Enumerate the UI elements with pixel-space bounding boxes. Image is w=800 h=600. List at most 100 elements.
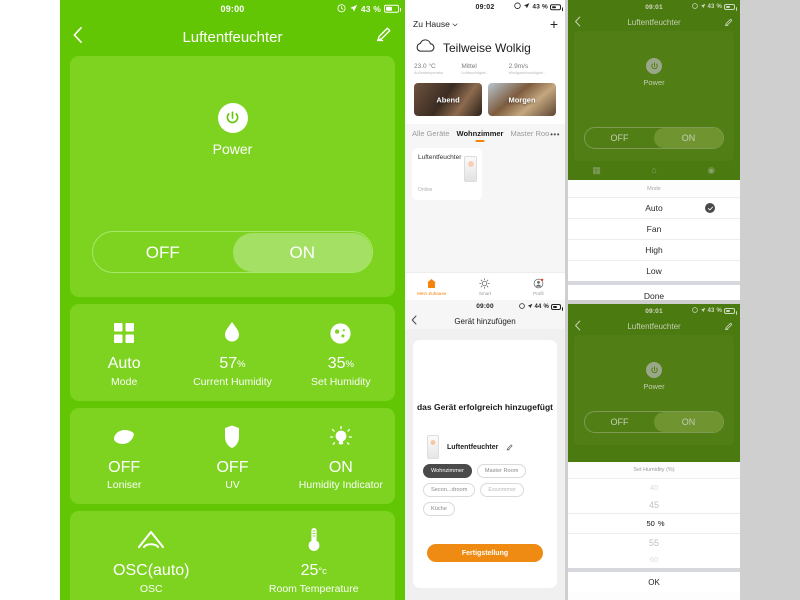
picker-done-button[interactable]: Done: [568, 285, 740, 300]
water-drop-icon: [178, 318, 286, 348]
grid-cell-set-humidity[interactable]: 35% Set Humidity: [287, 318, 395, 388]
add-device-success-screen: 09:00 44 % Gerät hinzufügen das Gerät er…: [405, 300, 565, 600]
grid-cell-current-humidity[interactable]: 57% Current Humidity: [178, 318, 286, 388]
back-button[interactable]: [574, 16, 581, 30]
grid-value: 57: [219, 355, 238, 372]
picker-option-low[interactable]: Low: [568, 260, 740, 281]
toggle-on[interactable]: ON: [654, 128, 723, 148]
device-card[interactable]: Luftentfeuchter Online: [412, 148, 482, 200]
tab-profil[interactable]: Profil: [512, 277, 565, 296]
pencil-icon[interactable]: [375, 26, 392, 48]
back-button[interactable]: [72, 26, 83, 48]
mode-picker-screen: 09:01 43 % Luftentfeuchter Power OFF ON …: [565, 0, 800, 300]
power-icon[interactable]: [646, 362, 662, 378]
toggle-off[interactable]: OFF: [585, 412, 654, 432]
chevron-down-icon[interactable]: [452, 16, 458, 32]
location-arrow-icon: [349, 4, 358, 15]
status-indicators: 43 %: [514, 2, 563, 12]
back-button[interactable]: [574, 320, 581, 334]
power-card: Power OFF ON: [574, 31, 734, 161]
room-chip-wohnzimmer[interactable]: Wohnzimmer: [423, 464, 472, 478]
ellipsis-icon[interactable]: •••: [550, 130, 560, 139]
power-toggle[interactable]: OFF ON: [92, 231, 373, 273]
power-icon[interactable]: [217, 103, 248, 133]
status-bar: 09:01 43 %: [568, 304, 740, 318]
nav-bar: Luftentfeuchter: [60, 18, 405, 56]
room-chip-kueche[interactable]: Küche: [423, 502, 455, 516]
power-toggle[interactable]: OFF ON: [584, 127, 724, 149]
grid-squares-icon: [70, 318, 178, 348]
status-bar: 09:00 44 %: [405, 300, 565, 313]
power-label: Power: [643, 382, 665, 391]
picker-value-selected[interactable]: 50 %: [568, 513, 740, 534]
grid-cell-room-temperature[interactable]: 25°c Room Temperature: [233, 525, 396, 595]
page-title: Luftentfeuchter: [627, 322, 681, 331]
status-bar: 09:02 43 %: [405, 0, 565, 14]
grid-cell-humidity-indicator[interactable]: ON Humidity Indicator: [287, 422, 395, 491]
weather-stat: Mittel Luftfeuchtigkei...: [461, 63, 508, 75]
room-tab-alle-geraete[interactable]: Alle Geräte: [412, 129, 450, 138]
toggle-on[interactable]: ON: [654, 412, 723, 432]
room-chip-esszimmer[interactable]: Esszimmer: [480, 483, 525, 497]
picker-option-fan[interactable]: Fan: [568, 218, 740, 239]
finish-button[interactable]: Fertigstellung: [427, 544, 543, 562]
weather-stat-label: Außentemperatur: [414, 71, 444, 75]
room-chip-master-room[interactable]: Master Room: [476, 464, 527, 478]
room-chip-list: Wohnzimmer Master Room Secon...droom Ess…: [423, 464, 549, 516]
humidity-circle-icon: ◉: [707, 165, 716, 175]
picker-selected-value: 50: [646, 519, 655, 528]
room-chip-second-bedroom[interactable]: Secon...droom: [423, 483, 476, 497]
status-clock: 09:00: [476, 303, 494, 310]
picker-value-40[interactable]: 40: [568, 479, 740, 496]
grid-cell-osc[interactable]: OSC(auto) OSC: [70, 525, 233, 595]
tab-label: Smart: [478, 291, 492, 296]
power-icon[interactable]: [646, 58, 662, 74]
screenshot-canvas: 09:00 43 % Luftentfeuchter Power OFF ON …: [0, 0, 800, 600]
power-toggle[interactable]: OFF ON: [584, 411, 724, 433]
weather-card[interactable]: Teilweise Wolkig 23.0 °C Außentemperatur…: [405, 34, 565, 80]
pencil-icon[interactable]: [506, 439, 513, 455]
status-grid-row-2: OFF Loniser OFF UV ON Humidity Indicator: [70, 407, 395, 505]
page-title: Luftentfeuchter: [182, 28, 283, 46]
home-name[interactable]: Zu Hause: [413, 19, 450, 29]
status-indicators: 43 %: [691, 307, 737, 315]
room-tab-wohnzimmer[interactable]: Wohnzimmer: [457, 129, 504, 138]
grid-cell-uv[interactable]: OFF UV: [178, 422, 286, 491]
picker-option-auto[interactable]: Auto: [568, 197, 740, 218]
battery-percent: 43 %: [707, 308, 722, 314]
status-clock: 09:02: [475, 3, 495, 11]
thermometer-icon: [233, 525, 396, 555]
picker-ok-button[interactable]: OK: [568, 572, 740, 592]
humidity-picker: Set Humidity (%) 40 45 50 % 55 60 OK: [568, 462, 740, 600]
picker-value-45[interactable]: 45: [568, 496, 740, 513]
grid-label: Mode: [111, 375, 138, 388]
scene-card[interactable]: Morgen: [488, 83, 556, 116]
picker-option-high[interactable]: High: [568, 239, 740, 260]
grid-cell-mode[interactable]: Auto Mode: [70, 318, 178, 388]
toggle-off[interactable]: OFF: [585, 128, 654, 148]
smart-sun-icon: [458, 277, 511, 289]
cloud-icon: [414, 38, 436, 58]
battery-icon: [384, 5, 401, 13]
picker-value-60[interactable]: 60: [568, 551, 740, 568]
tab-smart[interactable]: Smart: [458, 277, 511, 296]
scene-card[interactable]: Abend: [414, 83, 482, 116]
weather-stat: 23.0 °C Außentemperatur: [414, 63, 461, 75]
status-grid-row-3: OSC(auto) OSC 25°c Room Temperature: [70, 511, 395, 600]
weather-stat: 2.9m/s Windgeschwindigkei...: [509, 63, 556, 75]
picker-value-55[interactable]: 55: [568, 534, 740, 551]
pencil-icon[interactable]: [724, 14, 733, 32]
toggle-off[interactable]: OFF: [93, 233, 233, 272]
room-tab-master-room[interactable]: Master Roo: [510, 129, 549, 138]
grid-unit: °c: [318, 566, 327, 578]
scene-label: Morgen: [508, 95, 536, 104]
tab-mein-zuhause[interactable]: Mein Zuhause: [405, 277, 458, 296]
add-device-button[interactable]: +: [550, 17, 558, 31]
bottom-tab-bar: Mein Zuhause Smart Profil: [405, 272, 565, 300]
pencil-icon[interactable]: [724, 318, 733, 336]
nav-bar: Luftentfeuchter: [568, 14, 740, 31]
grid-cell-loniser[interactable]: OFF Loniser: [70, 422, 178, 491]
toggle-on[interactable]: ON: [232, 232, 372, 272]
back-button[interactable]: [411, 315, 417, 327]
scene-shortcuts: Abend Morgen: [405, 80, 565, 124]
